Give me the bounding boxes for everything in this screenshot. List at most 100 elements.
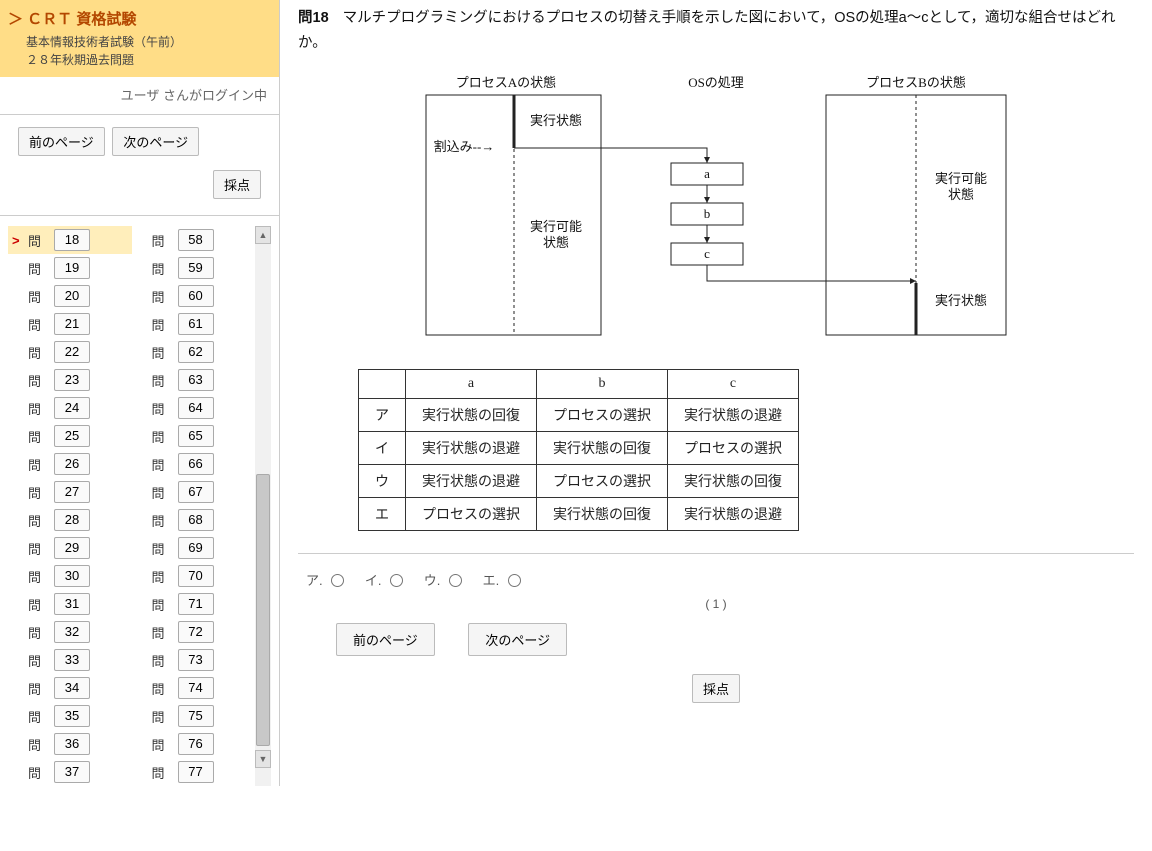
nav-question-19[interactable]: 19 — [54, 257, 90, 279]
option-i[interactable]: イ. — [365, 573, 406, 588]
table-cell: 実行状態の退避 — [668, 498, 799, 531]
nav-scrollbar[interactable]: ▲ ▼ — [255, 226, 271, 786]
nav-question-18[interactable]: 18 — [54, 229, 90, 251]
option-a[interactable]: ア. — [306, 573, 347, 588]
nav-question-20[interactable]: 20 — [54, 285, 90, 307]
nav-question-77[interactable]: 77 — [178, 761, 214, 783]
prev-page-button[interactable]: 前のページ — [18, 127, 105, 156]
question-body: マルチプログラミングにおけるプロセスの切替え手順を示した図において，OSの処理a… — [298, 10, 1116, 51]
main-score-button[interactable]: 採点 — [692, 674, 740, 703]
score-button[interactable]: 採点 — [213, 170, 261, 199]
nav-row-66: 問66 — [132, 450, 256, 478]
nav-question-64[interactable]: 64 — [178, 397, 214, 419]
nav-question-31[interactable]: 31 — [54, 593, 90, 615]
table-row: ア実行状態の回復プロセスの選択実行状態の退避 — [359, 399, 799, 432]
nav-row-18: >問18 — [8, 226, 132, 254]
nav-label: 問 — [152, 707, 178, 726]
nav-question-37[interactable]: 37 — [54, 761, 90, 783]
nav-row-32: 問32 — [8, 618, 132, 646]
nav-row-34: 問34 — [8, 674, 132, 702]
nav-label: 問 — [28, 763, 54, 782]
nav-question-66[interactable]: 66 — [178, 453, 214, 475]
nav-question-60[interactable]: 60 — [178, 285, 214, 307]
nav-row-30: 問30 — [8, 562, 132, 590]
nav-row-24: 問24 — [8, 394, 132, 422]
nav-question-69[interactable]: 69 — [178, 537, 214, 559]
svg-text:状態: 状態 — [948, 187, 974, 202]
nav-question-68[interactable]: 68 — [178, 509, 214, 531]
nav-label: 問 — [152, 763, 178, 782]
nav-question-33[interactable]: 33 — [54, 649, 90, 671]
option-e[interactable]: エ. — [483, 573, 524, 588]
nav-row-19: 問19 — [8, 254, 132, 282]
scroll-up-icon[interactable]: ▲ — [255, 226, 271, 244]
nav-label: 問 — [28, 707, 54, 726]
nav-question-72[interactable]: 72 — [178, 621, 214, 643]
nav-question-65[interactable]: 65 — [178, 425, 214, 447]
divider — [0, 215, 279, 216]
nav-question-63[interactable]: 63 — [178, 369, 214, 391]
option-u-radio[interactable] — [449, 574, 462, 587]
nav-question-71[interactable]: 71 — [178, 593, 214, 615]
nav-row-64: 問64 — [132, 394, 256, 422]
scroll-track[interactable] — [255, 244, 271, 750]
table-row: イ実行状態の退避実行状態の回復プロセスの選択 — [359, 432, 799, 465]
nav-question-30[interactable]: 30 — [54, 565, 90, 587]
nav-label: 問 — [28, 231, 54, 250]
svg-text:プロセスAの状態: プロセスAの状態 — [456, 75, 556, 90]
next-page-button[interactable]: 次のページ — [112, 127, 199, 156]
nav-question-35[interactable]: 35 — [54, 705, 90, 727]
main-prev-button[interactable]: 前のページ — [336, 623, 435, 656]
nav-label: 問 — [152, 539, 178, 558]
nav-question-59[interactable]: 59 — [178, 257, 214, 279]
option-a-radio[interactable] — [331, 574, 344, 587]
nav-label: 問 — [152, 623, 178, 642]
nav-question-32[interactable]: 32 — [54, 621, 90, 643]
nav-question-26[interactable]: 26 — [54, 453, 90, 475]
svg-text:実行可能: 実行可能 — [530, 219, 582, 234]
option-e-radio[interactable] — [508, 574, 521, 587]
svg-text:実行可能: 実行可能 — [935, 171, 987, 186]
nav-row-31: 問31 — [8, 590, 132, 618]
nav-row-76: 問76 — [132, 730, 256, 758]
nav-question-27[interactable]: 27 — [54, 481, 90, 503]
nav-question-67[interactable]: 67 — [178, 481, 214, 503]
nav-question-70[interactable]: 70 — [178, 565, 214, 587]
site-title[interactable]: ＞ ＣＲＴ 資格試験 — [8, 6, 271, 33]
option-u[interactable]: ウ. — [424, 573, 465, 588]
nav-question-23[interactable]: 23 — [54, 369, 90, 391]
nav-label: 問 — [152, 455, 178, 474]
nav-question-62[interactable]: 62 — [178, 341, 214, 363]
nav-question-22[interactable]: 22 — [54, 341, 90, 363]
scroll-thumb[interactable] — [256, 474, 270, 746]
nav-question-61[interactable]: 61 — [178, 313, 214, 335]
nav-question-24[interactable]: 24 — [54, 397, 90, 419]
nav-label: 問 — [152, 259, 178, 278]
nav-question-36[interactable]: 36 — [54, 733, 90, 755]
nav-label: 問 — [152, 511, 178, 530]
nav-label: 問 — [28, 455, 54, 474]
svg-text:b: b — [704, 206, 711, 221]
nav-question-74[interactable]: 74 — [178, 677, 214, 699]
main-next-button[interactable]: 次のページ — [468, 623, 567, 656]
nav-question-28[interactable]: 28 — [54, 509, 90, 531]
nav-question-73[interactable]: 73 — [178, 649, 214, 671]
nav-question-76[interactable]: 76 — [178, 733, 214, 755]
nav-question-29[interactable]: 29 — [54, 537, 90, 559]
nav-label: 問 — [152, 567, 178, 586]
table-cell: 実行状態の退避 — [668, 399, 799, 432]
scroll-down-icon[interactable]: ▼ — [255, 750, 271, 768]
nav-question-75[interactable]: 75 — [178, 705, 214, 727]
sidebar-header: ＞ ＣＲＴ 資格試験 基本情報技術者試験（午前） ２８年秋期過去問題 — [0, 0, 279, 77]
nav-question-58[interactable]: 58 — [178, 229, 214, 251]
nav-label: 問 — [152, 315, 178, 334]
svg-text:割込み--→: 割込み--→ — [434, 139, 495, 154]
nav-label: 問 — [28, 595, 54, 614]
option-i-radio[interactable] — [390, 574, 403, 587]
nav-row-67: 問67 — [132, 478, 256, 506]
nav-question-25[interactable]: 25 — [54, 425, 90, 447]
nav-question-21[interactable]: 21 — [54, 313, 90, 335]
nav-row-37: 問37 — [8, 758, 132, 786]
nav-label: 問 — [152, 399, 178, 418]
nav-question-34[interactable]: 34 — [54, 677, 90, 699]
